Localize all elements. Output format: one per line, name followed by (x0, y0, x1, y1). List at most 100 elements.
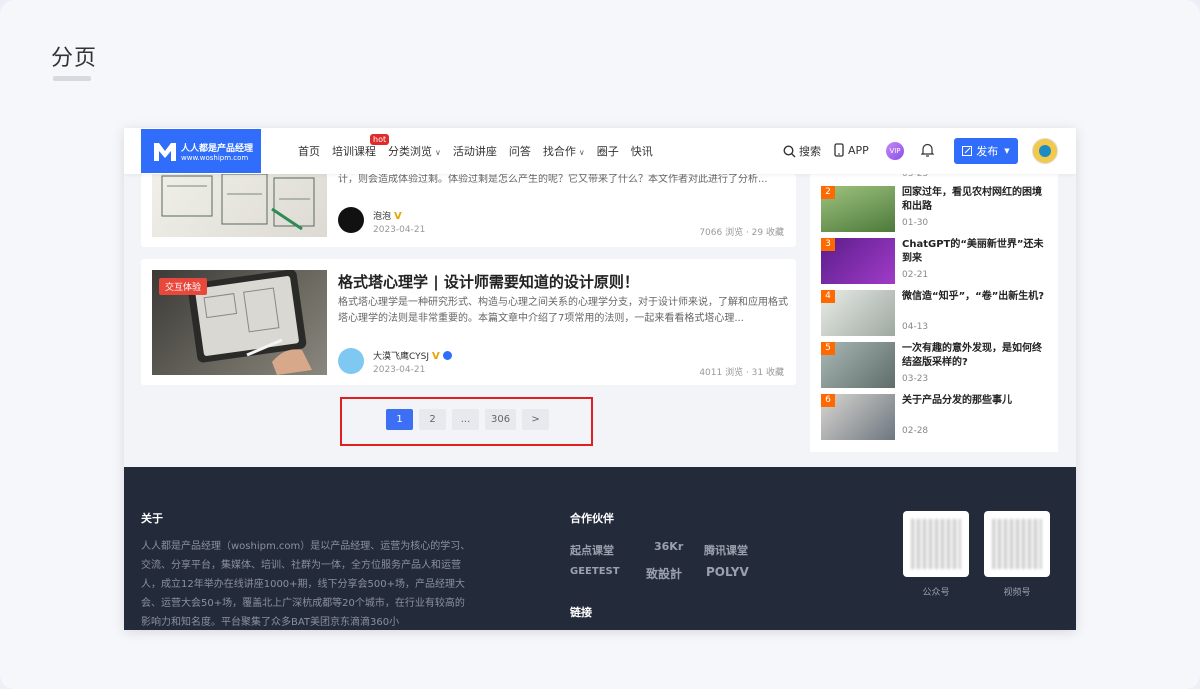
article-card[interactable]: 交互体验 格式塔心理学 | 设计师需要知道的设计原则！ 格式塔心理学是一种研究形… (141, 259, 796, 385)
hot-item-date: 01-30 (902, 218, 929, 228)
nav-item-circles[interactable]: 圈子 (597, 143, 619, 159)
author-name[interactable]: 泡泡 V (373, 209, 402, 222)
category-tag[interactable]: 交互体验 (159, 278, 208, 295)
rank-badge: 2 (821, 186, 835, 199)
user-avatar[interactable] (1032, 138, 1058, 164)
article-stats: 7066 浏览 · 29 收藏 (699, 228, 784, 238)
hot-item[interactable]: 6 关于产品分发的那些事儿 02-28 (821, 394, 1051, 444)
sketch-image (161, 174, 315, 231)
article-card[interactable]: 计，则会造成体验过剩。体验过剩是怎么产生的呢？它又带来了什么？本文作者对此进行了… (141, 174, 796, 247)
main-nav: 首页 培训课程 hot 分类浏览 ∨ 活动讲座 问答 找合作 ∨ 圈子 快讯 (298, 128, 665, 174)
publish-label: 发布 (976, 145, 999, 158)
pagination: 1 2 ... 306 > (386, 409, 555, 430)
hot-item[interactable]: 4 微信造“知乎”，“卷”出新生机? 04-13 (821, 290, 1051, 340)
nav-label: 快讯 (630, 145, 653, 158)
hot-item-title: 微信造“知乎”，“卷”出新生机? (902, 291, 1045, 302)
hot-item[interactable]: 5 一次有趣的意外发现，是如何终结盗版采样的? 03-23 (821, 342, 1051, 392)
nav-item-qa[interactable]: 问答 (509, 143, 531, 159)
search-icon (783, 144, 796, 157)
vip-badge[interactable]: VIP (886, 142, 904, 160)
author-name-text: 大漠飞鹰CYSJ (373, 352, 429, 362)
nav-item-cooperation[interactable]: 找合作 ∨ (543, 143, 585, 159)
article-description: 计，则会造成体验过剩。体验过剩是怎么产生的呢？它又带来了什么？本文作者对此进行了… (338, 174, 768, 185)
hot-item-title: 回家过年，看见农村网红的困境和出路 (902, 187, 1042, 212)
phone-icon (834, 143, 844, 157)
nav-label: 问答 (508, 145, 531, 158)
app-button[interactable]: APP (834, 143, 869, 157)
hot-item[interactable]: 2 回家过年，看见农村网红的困境和出路 01-30 (821, 186, 1051, 236)
top-navbar: 人人都是产品经理 www.woshipm.com 首页 培训课程 hot 分类浏览… (124, 128, 1076, 174)
author-name[interactable]: 大漠飞鹰CYSJ V (373, 349, 452, 362)
partners-heading: 合作伙伴 (570, 512, 614, 525)
hot-item-title: ChatGPT的“美丽新世界”还未到来 (902, 239, 1044, 264)
partner-logo[interactable]: 腾讯课堂 (704, 542, 748, 558)
certified-icon (442, 351, 452, 360)
author-avatar[interactable] (338, 348, 364, 374)
nav-item-courses[interactable]: 培训课程 hot (332, 134, 390, 159)
page-button-last[interactable]: 306 (485, 409, 517, 430)
hot-item-date: 04-13 (902, 322, 929, 332)
partner-logo[interactable]: 致設計 (646, 565, 682, 582)
partner-logo[interactable]: GEETEST (570, 566, 620, 577)
next-page-button[interactable]: > (522, 409, 550, 430)
screenshot-frame: 人人都是产品经理 www.woshipm.com 首页 培训课程 hot 分类浏览… (124, 128, 1076, 630)
nav-label: 培训课程 (332, 145, 376, 158)
chevron-down-icon: ∨ (578, 148, 585, 157)
qr-label: 视频号 (1003, 588, 1031, 598)
edit-icon (962, 146, 973, 156)
search-button[interactable]: 搜索 (783, 143, 821, 159)
nav-item-home[interactable]: 首页 (298, 143, 320, 159)
hot-item-date: 02-28 (902, 426, 929, 436)
chevron-down-icon: ∨ (435, 148, 441, 157)
hot-item-title: 关于产品分发的那些事儿 (902, 395, 1012, 406)
notification-button[interactable] (921, 143, 934, 157)
page-button-2[interactable]: 2 (419, 409, 446, 430)
article-stats: 4011 浏览 · 31 收藏 (699, 368, 784, 378)
article-date: 2023-04-21 (373, 225, 426, 235)
article-description: 格式塔心理学是一种研究形式、构造与心理之间关系的心理学分支，对于设计师来说，了解… (338, 297, 788, 324)
nav-label: 首页 (298, 145, 320, 158)
partner-logo[interactable]: 起点课堂 (570, 542, 614, 558)
site-logo[interactable]: 人人都是产品经理 www.woshipm.com (141, 129, 261, 173)
heading-underline (53, 76, 91, 81)
nav-item-categories[interactable]: 分类浏览 ∨ (388, 143, 441, 159)
search-label: 搜索 (799, 145, 821, 158)
logo-m-icon (154, 143, 176, 161)
article-thumbnail[interactable]: 交互体验 (152, 270, 327, 375)
about-text: 人人都是产品经理（woshipm.com）是以产品经理、运营为核心的学习、交流、… (141, 541, 471, 628)
nav-label: 分类浏览 (388, 145, 432, 158)
nav-label: 圈子 (596, 145, 619, 158)
rank-badge: 5 (821, 342, 835, 355)
hot-badge: hot (370, 134, 390, 145)
author-name-text: 泡泡 (373, 212, 392, 222)
app-label: APP (848, 143, 869, 157)
article-thumbnail[interactable] (152, 174, 327, 237)
rank-badge: 6 (821, 394, 835, 407)
page-button-1[interactable]: 1 (386, 409, 413, 430)
page-ellipsis: ... (452, 409, 479, 430)
about-heading: 关于 (141, 512, 163, 525)
links-heading: 链接 (570, 606, 592, 619)
wechat-qr-code (903, 511, 969, 577)
rank-badge: 4 (821, 290, 835, 303)
partner-logo[interactable]: POLYV (706, 565, 749, 579)
author-avatar[interactable] (338, 207, 364, 233)
rank-badge: 3 (821, 238, 835, 251)
caret-down-icon: ▼ (1004, 147, 1010, 155)
hot-item-date: 02-21 (902, 270, 929, 280)
hot-item-date: 03-23 (902, 374, 929, 384)
page-heading: 分页 (51, 46, 98, 71)
nav-item-events[interactable]: 活动讲座 (453, 143, 497, 159)
page-card: 分页 人人都是产品经理 www.woshipm.com 首页 培训课程 hot 分… (0, 0, 1200, 689)
hot-item[interactable]: 3 ChatGPT的“美丽新世界”还未到来 02-21 (821, 238, 1051, 288)
hot-item-title: 一次有趣的意外发现，是如何终结盗版采样的? (902, 343, 1042, 368)
verified-icon: V (394, 211, 402, 222)
article-title[interactable]: 格式塔心理学 | 设计师需要知道的设计原则！ (338, 271, 639, 292)
publish-button[interactable]: 发布 ▼ (954, 138, 1018, 164)
hot-articles-sidebar: 03-23 2 回家过年，看见农村网红的困境和出路 01-30 3 ChatGP… (810, 169, 1058, 452)
nav-item-news[interactable]: 快讯 (631, 143, 653, 159)
video-qr-code (984, 511, 1050, 577)
nav-label: 找合作 (542, 145, 576, 158)
partner-logo[interactable]: 36Kr (654, 540, 683, 553)
qr-label: 公众号 (922, 588, 950, 598)
